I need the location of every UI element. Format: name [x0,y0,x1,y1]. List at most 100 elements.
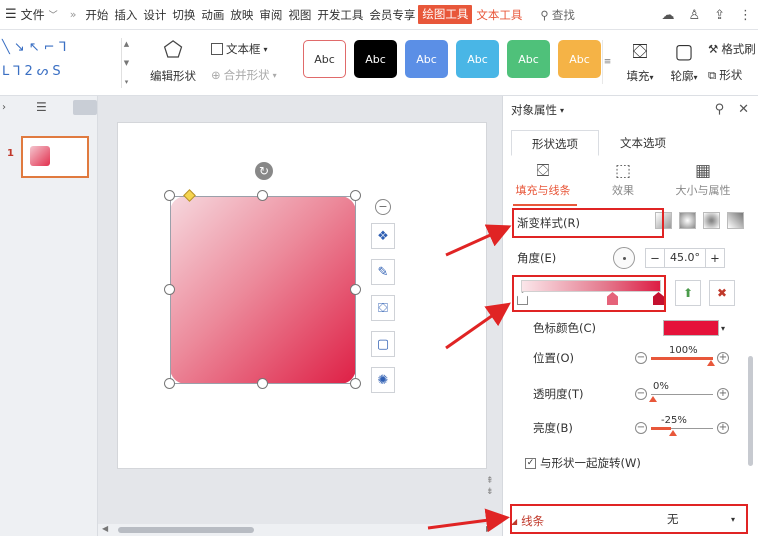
tab-transitions[interactable]: 切换 [169,0,198,30]
angle-stepper[interactable]: − 45.0° + [645,248,725,268]
slider-knob[interactable] [649,396,657,402]
scrollbar-thumb[interactable] [118,527,254,533]
format-painter-button[interactable]: ⚒ 格式刷 [708,38,758,60]
tab-design[interactable]: 设计 [140,0,169,30]
tab-view[interactable]: 视图 [285,0,314,30]
horizontal-scrollbar[interactable]: ◀ ▶ [98,524,502,536]
rotate-with-shape-label[interactable]: 与形状一起旋转(W) [540,455,641,471]
scrollbar-thumb[interactable] [748,356,753,466]
linear-gradient-button[interactable] [655,212,672,229]
lightbulb-icon[interactable]: ✺ [371,367,395,393]
style-preset-4[interactable]: Abc [456,40,499,78]
textbox-button[interactable]: 文本框 ▾ [211,38,291,60]
pen-icon[interactable]: ✎ [371,259,395,285]
remove-stop-button[interactable]: ✖ [709,280,735,306]
close-icon[interactable]: ✕ [738,102,749,117]
slider-knob[interactable] [707,360,715,366]
style-preset-1[interactable]: Abc [303,40,346,78]
scroll-right-icon[interactable]: ▶ [486,524,492,533]
cloud-icon[interactable]: ☁ [661,8,674,23]
tab-text-tools[interactable]: 文本工具 [472,0,526,30]
collapse-toolbar-icon[interactable]: − [375,199,391,215]
more-menus-icon[interactable]: » [64,8,83,21]
increase-icon[interactable]: + [717,388,729,400]
increase-icon[interactable]: + [717,422,729,434]
resize-handle-sw[interactable] [164,378,175,389]
fill-button[interactable]: ⛋ 填充▾ [620,38,660,84]
style-preset-3[interactable]: Abc [405,40,448,78]
edit-shape-button[interactable]: ⬠ 编辑形状 [142,38,204,84]
tab-animation[interactable]: 动画 [198,0,227,30]
rotate-with-shape-checkbox[interactable]: ✓ [525,457,536,469]
decrease-icon[interactable]: − [635,388,647,400]
style-gallery-more[interactable]: ≡ [602,40,612,84]
rect-gradient-button[interactable] [703,212,720,229]
fill-bucket-icon[interactable]: ⛋ [371,295,395,321]
shape-effect-button[interactable]: ⧉ 形状 [708,64,758,86]
increment-icon[interactable]: + [706,249,724,267]
subtab-fill-line[interactable]: ⛋ 填充与线条 [503,160,583,206]
canvas-page-nav[interactable]: ⇞ ⇟ [486,476,494,498]
decrement-icon[interactable]: − [646,249,664,267]
brightness-slider[interactable]: -25% [651,415,713,436]
position-slider[interactable]: 100% [651,345,715,366]
share-icon[interactable]: ⇪ [714,8,725,23]
style-preset-6[interactable]: Abc [558,40,601,78]
thumbnail-view-button[interactable] [72,99,97,115]
radial-gradient-button[interactable] [679,212,696,229]
gradient-rounded-rectangle[interactable] [170,196,356,384]
stop-color-swatch[interactable] [663,320,719,336]
resize-handle-nw[interactable] [164,190,175,201]
scroll-left-icon[interactable]: ◀ [102,524,108,533]
resize-handle-n[interactable] [257,190,268,201]
resize-handle-e[interactable] [350,284,361,295]
path-gradient-button[interactable] [727,212,744,229]
subtab-size[interactable]: ▦ 大小与属性 [663,160,743,206]
slide-thumbnail-1[interactable] [21,136,89,178]
tab-text-options[interactable]: 文本选项 [599,130,687,156]
panel-vertical-scrollbar[interactable] [747,206,755,516]
resize-handle-w[interactable] [164,284,175,295]
file-menu[interactable]: ☰ 文件 ﹀ [0,0,64,30]
style-preset-2[interactable]: Abc [354,40,397,78]
merge-shape-button[interactable]: ⊕ 合并形状 ▾ [211,64,291,86]
rotate-handle[interactable]: ↻ [255,162,273,180]
tab-developer[interactable]: 开发工具 [314,0,366,30]
tab-member[interactable]: 会员专享 [366,0,418,30]
scroll-up-icon[interactable]: ▲ [124,40,129,48]
layers-icon[interactable]: ❖ [371,223,395,249]
expand-gallery-icon[interactable]: ▾ [125,78,129,86]
resize-handle-s[interactable] [257,378,268,389]
resize-handle-se[interactable] [350,378,361,389]
outline-button[interactable]: ▢ 轮廓▾ [664,38,704,84]
tab-insert[interactable]: 插入 [111,0,140,30]
user-icon[interactable]: ♙ [688,8,700,23]
increase-icon[interactable]: + [717,352,729,364]
gradient-stop-1[interactable] [517,292,528,305]
outline-view-icon[interactable]: ☰ [36,100,47,114]
line-section-header[interactable]: ◢ 线条 无 ▾ [511,508,747,534]
slide[interactable]: ↻ [118,123,486,468]
shape-gallery-scroll[interactable]: ▲ ▼ ▾ [121,38,131,88]
tab-slideshow[interactable]: 放映 [227,0,256,30]
tab-shape-options[interactable]: 形状选项 [511,130,599,156]
decrease-icon[interactable]: − [635,352,647,364]
tab-review[interactable]: 审阅 [256,0,285,30]
tab-home[interactable]: 开始 [82,0,111,30]
gradient-stop-3[interactable] [653,292,664,305]
more-icon[interactable]: ⋮ [739,8,752,23]
add-stop-button[interactable]: ⬆ [675,280,701,306]
line-type-dropdown[interactable]: 无 ▾ [661,508,741,530]
scroll-down-icon[interactable]: ▼ [124,59,129,67]
panel-title[interactable]: 对象属性 [511,102,557,118]
subtab-effect[interactable]: ⬚ 效果 [583,160,663,206]
pin-icon[interactable]: ⚲ [715,102,725,117]
collapse-panel-icon[interactable]: › [2,102,6,113]
angle-dial[interactable] [613,247,635,269]
slider-knob[interactable] [669,430,677,436]
search-box[interactable]: ⚲ 查找 [540,7,574,23]
shape-gallery[interactable]: ╲↘↖⌐ᒣ ᒪ⅂2ᔕS [2,36,114,84]
chevron-down-icon[interactable]: ▾ [721,324,725,333]
gradient-stop-2[interactable] [607,292,618,305]
angle-value[interactable]: 45.0° [664,249,706,267]
